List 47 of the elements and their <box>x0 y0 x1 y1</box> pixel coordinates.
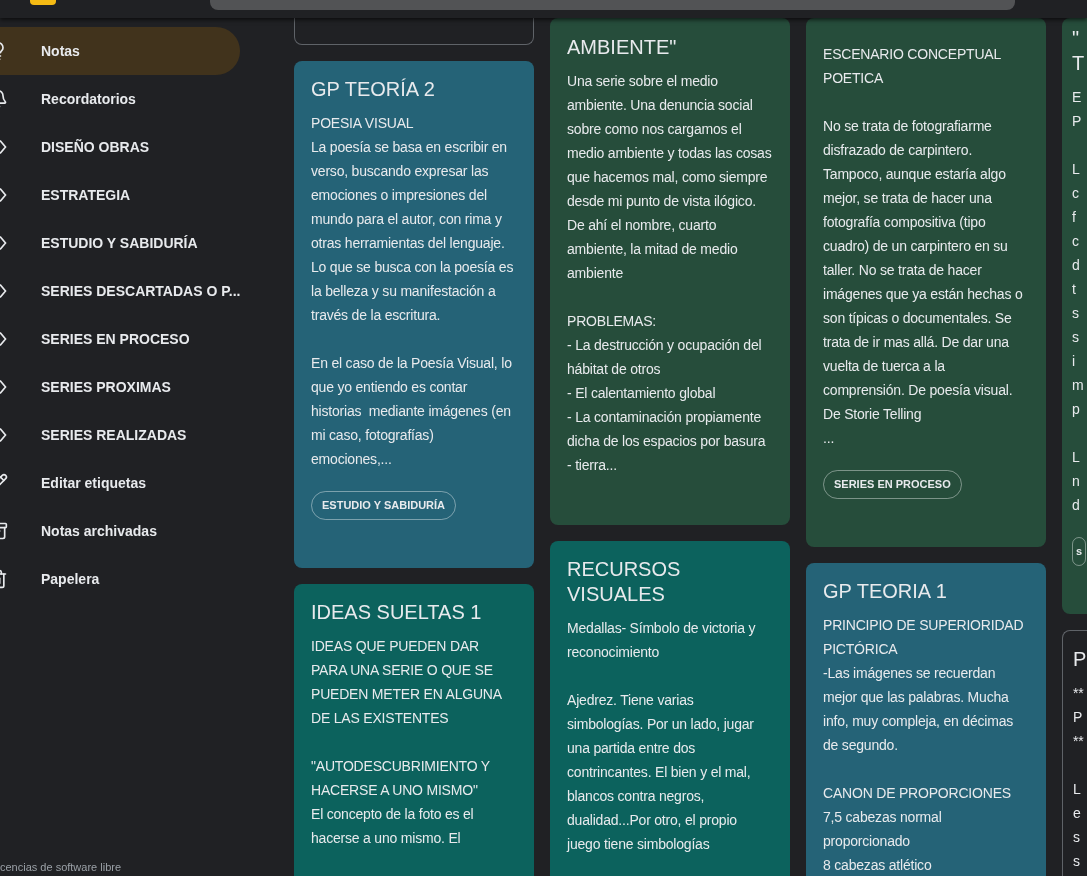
note-title: RECURSOS VISUALES <box>567 557 682 607</box>
note-card[interactable] <box>550 18 790 525</box>
note-text: L e s s <box>1073 779 1082 871</box>
sidebar-item[interactable]: Editar etiquetas <box>0 459 240 507</box>
note-title: GP TEORIA 1 <box>823 578 948 604</box>
note-text: Una serie sobre el medio ambiente. Una denuncia social sobre como nos cargamos el medio ambiente y todas las cosas que hacemos mal, como siempre desde mi punto de vista ilógico. De ahí el nombre, cuarto ambiente, la mitad de medio ambiente <box>567 72 773 283</box>
sidebar-item[interactable]: Papelera <box>0 555 240 603</box>
footer-link[interactable]: cencias de software libre <box>0 860 280 874</box>
note-title: GP TEORÍA 2 <box>311 77 436 102</box>
sidebar-item[interactable]: Notas archivadas <box>0 507 240 555</box>
sidebar-item[interactable]: Notas <box>0 27 240 75</box>
note-text: Ajedrez. Tiene varias simbologías. Por un lado, jugar una partida entre dos contrincantes. El bien y el mal, blancos contra negros, dualidad...Por otro, el propio juego tiene simbologías <box>567 691 755 854</box>
note-text: ESCENARIO CONCEPTUAL POETICA <box>823 45 1002 88</box>
sidebar-item[interactable]: SERIES REALIZADAS <box>0 411 240 459</box>
note-text: "AUTODESCUBRIMIENTO Y HACERSE A UNO MISMO" El concepto de la foto es el hacerse a uno mismo. El <box>311 756 491 848</box>
note-text: PRINCIPIO DE SUPERIORIDAD PICTÓRICA -Las imágenes se recuerdan mejor que las palabras. Mucha info, muy compleja, en décimas de segundo. <box>823 615 1025 755</box>
note-text: En el caso de la Poesía Visual, lo que yo entiendo es contar historias mediante imágenes (en mi caso, fotografías) emociones,... <box>311 354 513 469</box>
sidebar-item[interactable]: SERIES EN PROCESO <box>0 315 240 363</box>
note-card[interactable]: " T E P L c f c d t s s i m p L n d s <box>1062 18 1087 614</box>
note-card[interactable]: IDEAS SUELTAS 1 IDEAS QUE PUEDEN DAR PARA UNA SERIE O QUE SE PUEDEN METER EN ALGUNA DE LAS EXISTENTES "AUTODESCUBRIMIENTO Y HACERSE A UNO MISMO" El concepto de la foto es el hacerse a uno mismo. El <box>294 583 534 876</box>
sidebar-item[interactable]: ESTUDIO Y SABIDURÍA <box>0 219 240 267</box>
note-text: L c f c d t s s i m p <box>1072 160 1085 419</box>
note-card[interactable]: P ** P ** L e s s <box>1062 629 1087 876</box>
note-title: IDEAS SUELTAS 1 <box>311 599 483 625</box>
note-text: No se trata de fotografiarme disfrazado de carpintero. Tampoco, aunque estaría algo mejor, se trata de hacer una fotografía compositiva (tipo cuadro) de un carpintero en su taller. No se trata de hacer imágenes que ya están hechas o son típicas o documentales. Se trata de ir mas allá. De dar una vuelta de tuerca a la comprensión. De poesía visual. De Storie Telling ... <box>823 117 1024 448</box>
sidebar-item[interactable]: ESTRATEGIA <box>0 171 240 219</box>
note-title: P <box>1073 646 1087 672</box>
note-title: AMBIENTE" <box>567 35 678 60</box>
note-card[interactable] <box>806 562 1046 876</box>
note-text: IDEAS QUE PUEDEN DAR PARA UNA SERIE O QUE SE PUEDEN METER EN ALGUNA DE LAS EXISTENTES <box>311 636 503 728</box>
note-text: ** P ** <box>1073 683 1085 751</box>
note-card[interactable] <box>806 18 1046 547</box>
sidebar-item[interactable]: DISEÑO OBRAS <box>0 123 240 171</box>
note-text: POESIA VISUAL La poesía se basa en escribir en verso, buscando expresar las emociones o impresiones del mundo para el autor, con rima y otras herramientas del lenguaje. Lo que se busca con la poesía es la belleza y su manifestación a través de la escritura. <box>311 114 515 325</box>
logo-icon[interactable] <box>30 0 56 5</box>
sidebar-item[interactable]: SERIES PROXIMAS <box>0 363 240 411</box>
note-card[interactable] <box>294 61 534 568</box>
note-text: PROBLEMAS: - La destrucción y ocupación del hábitat de otros - El calentamiento global - La contaminación propiamente dicha de los espacios por basura - tierra... <box>567 312 767 475</box>
note-text: Medallas- Símbolo de victoria y reconocimiento <box>567 619 757 662</box>
sidebar-item[interactable]: Recordatorios <box>0 75 240 123</box>
note-text: E P <box>1072 88 1083 131</box>
note-text: L n d <box>1072 448 1081 515</box>
note-card[interactable] <box>550 541 790 876</box>
note-text: CANON DE PROPORCIONES 7,5 cabezas normal proporcionado 8 cabezas atlético <box>823 783 1012 875</box>
note-card[interactable] <box>294 18 534 45</box>
sidebar-item[interactable]: SERIES DESCARTADAS O P... <box>0 267 240 315</box>
note-title: " T <box>1072 26 1086 76</box>
